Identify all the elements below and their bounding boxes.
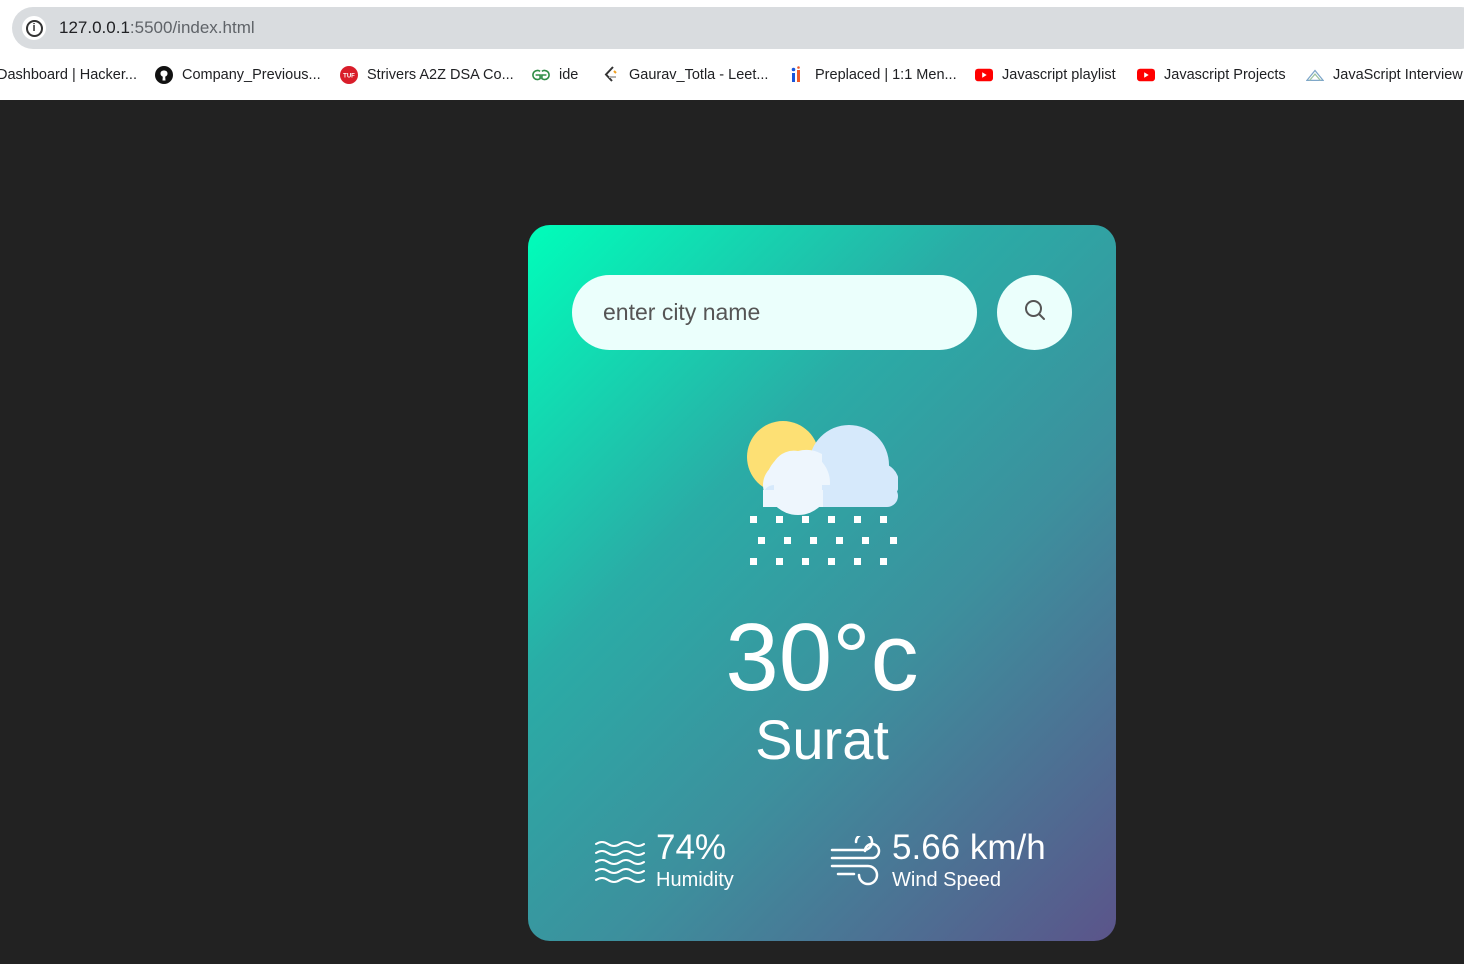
url-host: 127.0.0.1 xyxy=(59,18,130,37)
bookmark-label: Preplaced | 1:1 Men... xyxy=(815,67,957,83)
bookmark-javascript-interview[interactable]: JavaScript Interview xyxy=(1306,60,1463,90)
city-name: Surat xyxy=(755,708,889,771)
preplaced-icon xyxy=(788,66,806,84)
geeksforgeeks-icon xyxy=(532,66,550,84)
bookmark-leetcode[interactable]: Gaurav_Totla - Leet... xyxy=(602,60,768,90)
tuf-icon: TUF xyxy=(340,66,358,84)
search-button[interactable] xyxy=(997,275,1072,350)
snow-cloud-sun-icon xyxy=(746,420,899,570)
city-search-input[interactable] xyxy=(572,275,977,350)
bookmark-company-previous[interactable]: Company_Previous... xyxy=(155,60,321,90)
bookmark-label: Company_Previous... xyxy=(182,67,321,83)
wind-label: Wind Speed xyxy=(892,869,1001,891)
humidity-label: Humidity xyxy=(656,869,734,891)
bookmark-hackerrank[interactable]: Dashboard | Hacker... xyxy=(0,60,137,90)
site-icon xyxy=(1306,66,1324,84)
bookmark-label: Gaurav_Totla - Leet... xyxy=(629,67,769,83)
temperature-value: 30°c xyxy=(725,604,919,711)
wind-detail: 5.66 km/h Wind Speed xyxy=(830,830,1046,892)
humidity-detail: 74% Humidity xyxy=(594,830,734,892)
wind-value: 5.66 km/h xyxy=(892,828,1046,867)
bookmark-label: Javascript playlist xyxy=(1002,67,1116,83)
url-text[interactable]: 127.0.0.1:5500/index.html xyxy=(59,18,255,38)
youtube-icon xyxy=(975,66,993,84)
humidity-value: 74% xyxy=(656,828,727,867)
bookmarks-bar: Dashboard | Hacker... Company_Previous..… xyxy=(0,60,1464,90)
leetcode-icon xyxy=(602,66,620,84)
weather-card: 30°c Surat 74% Humidity xyxy=(528,225,1116,941)
youtube-icon xyxy=(1137,66,1155,84)
bookmark-javascript-playlist[interactable]: Javascript playlist xyxy=(975,60,1116,90)
bookmark-label: ide xyxy=(559,67,579,83)
bookmark-ide[interactable]: ide xyxy=(532,60,578,90)
bookmark-label: Javascript Projects xyxy=(1164,67,1286,83)
bookmark-strivers[interactable]: TUF Strivers A2Z DSA Co... xyxy=(340,60,514,90)
wind-text: 5.66 km/h Wind Speed xyxy=(892,830,1046,892)
humidity-text: 74% Humidity xyxy=(656,830,734,892)
bookmark-preplaced[interactable]: Preplaced | 1:1 Men... xyxy=(788,60,957,90)
github-icon xyxy=(155,66,173,84)
site-info-icon[interactable]: i xyxy=(22,16,46,40)
bookmark-label: Dashboard | Hacker... xyxy=(0,67,137,83)
wind-icon xyxy=(830,832,884,886)
search-icon xyxy=(1023,298,1047,327)
bookmark-javascript-projects[interactable]: Javascript Projects xyxy=(1137,60,1286,90)
address-bar[interactable]: i 127.0.0.1:5500/index.html xyxy=(12,7,1464,49)
url-path: :5500/index.html xyxy=(129,18,255,37)
browser-chrome: i 127.0.0.1:5500/index.html Dashboard | … xyxy=(0,0,1464,100)
humidity-icon xyxy=(594,836,648,886)
bookmark-label: Strivers A2Z DSA Co... xyxy=(367,67,514,83)
svg-text:TUF: TUF xyxy=(343,74,355,80)
bookmark-label: JavaScript Interview xyxy=(1333,67,1463,83)
